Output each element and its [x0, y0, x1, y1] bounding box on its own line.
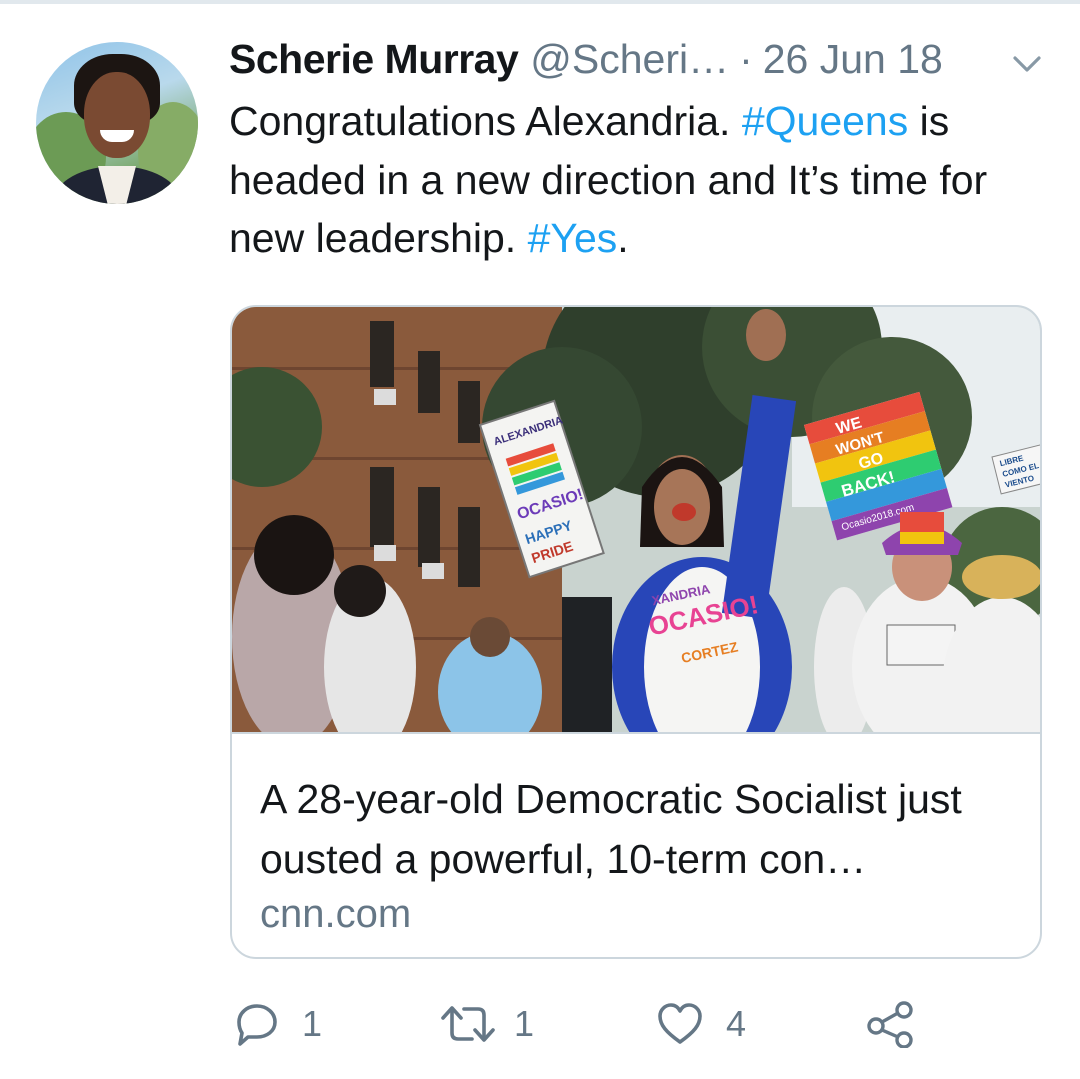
chevron-down-icon[interactable]: [1012, 54, 1042, 74]
reply-icon: [237, 1004, 277, 1046]
hashtag-yes[interactable]: #Yes: [528, 215, 618, 261]
share-icon: [867, 1001, 913, 1048]
author-avatar[interactable]: [36, 42, 198, 204]
retweet-icon: [441, 1006, 495, 1042]
link-card[interactable]: ALEXANDRIA OCASIO! HAPPY PRIDE WE WON'T …: [230, 305, 1042, 959]
tweet-header: Scherie Murray @Scheri… · 26 Jun 18: [229, 36, 943, 86]
tweet-text-part: .: [617, 215, 629, 261]
author-handle[interactable]: @Scheri…: [530, 36, 729, 83]
retweet-button[interactable]: 1: [440, 996, 534, 1052]
card-photo: ALEXANDRIA OCASIO! HAPPY PRIDE WE WON'T …: [232, 307, 1040, 732]
retweet-count: 1: [514, 1003, 535, 1044]
author-display-name[interactable]: Scherie Murray: [229, 36, 519, 83]
reply-button[interactable]: 1: [234, 996, 322, 1052]
card-domain: cnn.com: [260, 892, 412, 936]
avatar-face: [84, 72, 150, 158]
top-divider: [0, 0, 1080, 4]
like-button[interactable]: 4: [656, 996, 746, 1052]
heart-icon: [658, 1003, 702, 1044]
card-title[interactable]: A 28-year-old Democratic Socialist just …: [260, 769, 1020, 889]
tweet-text: Congratulations Alexandria. #Queens is h…: [229, 92, 1049, 268]
hashtag-queens[interactable]: #Queens: [742, 98, 908, 144]
tweet-date[interactable]: 26 Jun 18: [763, 36, 943, 83]
like-count: 4: [726, 1003, 747, 1044]
tweet-actions: 1 1 4: [0, 996, 1080, 1052]
share-button[interactable]: [866, 996, 916, 1052]
card-image[interactable]: ALEXANDRIA OCASIO! HAPPY PRIDE WE WON'T …: [232, 307, 1040, 732]
reply-count: 1: [302, 1003, 323, 1044]
tweet-text-part: Congratulations Alexandria.: [229, 98, 742, 144]
header-separator: ·: [739, 36, 753, 82]
card-divider: [232, 732, 1040, 734]
